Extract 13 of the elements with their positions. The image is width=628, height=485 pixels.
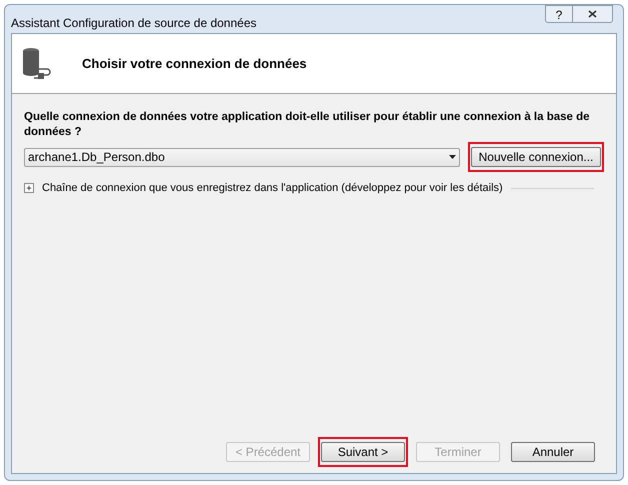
close-icon: [588, 10, 597, 18]
header-title: Choisir votre connexion de données: [82, 54, 307, 73]
connection-string-label: Chaîne de connexion que vous enregistrez dans l'application (développez pour voir les détails): [42, 181, 503, 196]
dropdown-arrow-icon: [449, 155, 456, 159]
help-button[interactable]: ?: [545, 5, 573, 23]
new-connection-button[interactable]: Nouvelle connexion...: [471, 147, 601, 167]
window-title: Assistant Configuration de source de données: [11, 15, 256, 32]
dialog-button[interactable]: Annuler: [511, 442, 595, 462]
connection-dropdown[interactable]: archane1.Db_Person.dbo: [24, 148, 460, 166]
close-button[interactable]: [573, 5, 613, 23]
question-text: Quelle connexion de données votre application doit-elle utiliser pour établir une connexion à la base de données ?: [24, 110, 591, 140]
dialog-button[interactable]: Suivant >: [321, 442, 405, 462]
expand-button[interactable]: +: [24, 183, 34, 194]
